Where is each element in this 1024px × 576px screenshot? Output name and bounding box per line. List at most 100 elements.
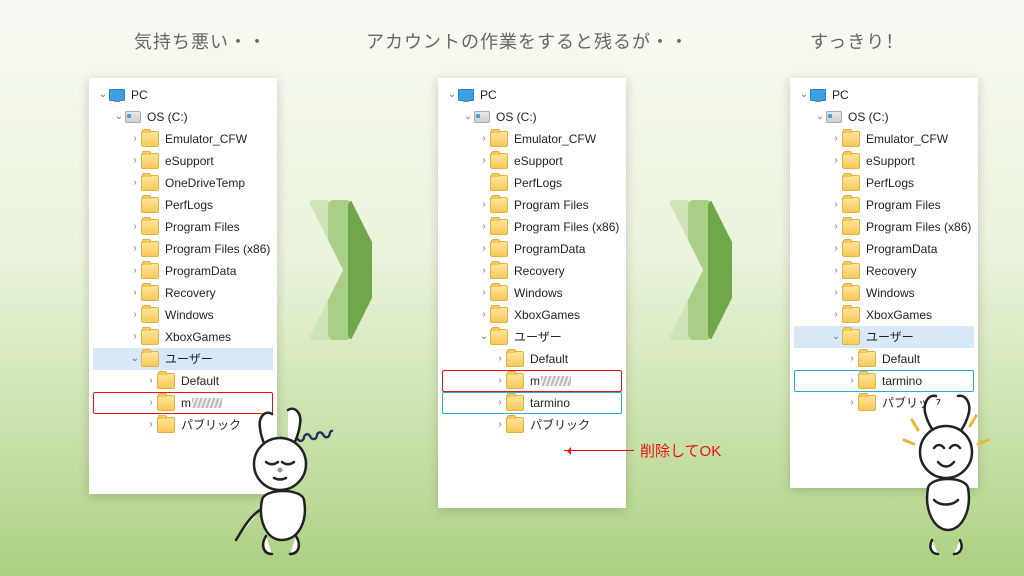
tree-item-os-c-[interactable]: OS (C:) xyxy=(442,106,622,128)
tree-item--[interactable]: ユーザー xyxy=(93,348,273,370)
tree-item-program-files[interactable]: Program Files xyxy=(93,216,273,238)
tree-item--[interactable]: パブリック xyxy=(794,392,974,414)
chevron-right-icon[interactable] xyxy=(478,238,490,260)
chevron-right-icon[interactable] xyxy=(129,172,141,194)
chevron-right-icon[interactable] xyxy=(830,216,842,238)
chevron-right-icon[interactable] xyxy=(129,282,141,304)
tree-item-recovery[interactable]: Recovery xyxy=(442,260,622,282)
tree-item-program-files-x86-[interactable]: Program Files (x86) xyxy=(794,216,974,238)
tree-item-perflogs[interactable]: PerfLogs xyxy=(794,172,974,194)
chevron-right-icon[interactable] xyxy=(145,370,157,392)
tree-item-esupport[interactable]: eSupport xyxy=(442,150,622,172)
tree-item-label: Program Files (x86) xyxy=(510,216,619,238)
chevron-right-icon[interactable] xyxy=(830,128,842,150)
tree-item-pc[interactable]: PC xyxy=(794,84,974,106)
chevron-right-icon[interactable] xyxy=(145,392,157,414)
chevron-right-icon[interactable] xyxy=(129,216,141,238)
tree-item-m[interactable]: m xyxy=(442,370,622,392)
chevron-right-icon[interactable] xyxy=(478,150,490,172)
folder-icon xyxy=(141,307,159,323)
chevron-right-icon[interactable] xyxy=(129,260,141,282)
chevron-down-icon[interactable] xyxy=(129,348,141,370)
tree-item-programdata[interactable]: ProgramData xyxy=(442,238,622,260)
tree-item-default[interactable]: Default xyxy=(442,348,622,370)
tree-item-onedrivetemp[interactable]: OneDriveTemp xyxy=(93,172,273,194)
tree-item-windows[interactable]: Windows xyxy=(442,282,622,304)
chevron-down-icon[interactable] xyxy=(814,106,826,128)
chevron-right-icon[interactable] xyxy=(478,282,490,304)
chevron-down-icon[interactable] xyxy=(97,84,109,106)
chevron-right-icon[interactable] xyxy=(478,304,490,326)
tree-item-windows[interactable]: Windows xyxy=(93,304,273,326)
tree-item-label: XboxGames xyxy=(161,326,231,348)
chevron-right-icon[interactable] xyxy=(478,216,490,238)
chevron-right-icon[interactable] xyxy=(494,392,506,414)
tree-item-program-files[interactable]: Program Files xyxy=(794,194,974,216)
chevron-right-icon[interactable] xyxy=(145,414,157,436)
tree-item-tarmino[interactable]: tarmino xyxy=(442,392,622,414)
tree-item-program-files[interactable]: Program Files xyxy=(442,194,622,216)
chevron-right-icon[interactable] xyxy=(830,238,842,260)
tree-item--[interactable]: パブリック xyxy=(442,414,622,436)
chevron-right-icon[interactable] xyxy=(494,370,506,392)
tree-item-tarmino[interactable]: tarmino xyxy=(794,370,974,392)
tree-item-esupport[interactable]: eSupport xyxy=(794,150,974,172)
folder-icon xyxy=(858,395,876,411)
chevron-right-icon[interactable] xyxy=(846,348,858,370)
tree-item-label: OS (C:) xyxy=(844,106,889,128)
tree-item-xboxgames[interactable]: XboxGames xyxy=(442,304,622,326)
chevron-right-icon[interactable] xyxy=(478,194,490,216)
tree-item-pc[interactable]: PC xyxy=(93,84,273,106)
chevron-right-icon[interactable] xyxy=(494,414,506,436)
tree-item-label: eSupport xyxy=(510,150,563,172)
tree-item-label: ユーザー xyxy=(161,348,213,370)
tree-item-programdata[interactable]: ProgramData xyxy=(794,238,974,260)
tree-item-perflogs[interactable]: PerfLogs xyxy=(442,172,622,194)
chevron-right-icon[interactable] xyxy=(129,128,141,150)
chevron-right-icon[interactable] xyxy=(846,392,858,414)
chevron-down-icon[interactable] xyxy=(446,84,458,106)
tree-item-program-files-x86-[interactable]: Program Files (x86) xyxy=(93,238,273,260)
tree-item-recovery[interactable]: Recovery xyxy=(794,260,974,282)
chevron-right-icon[interactable] xyxy=(830,194,842,216)
chevron-right-icon[interactable] xyxy=(478,260,490,282)
tree-item-windows[interactable]: Windows xyxy=(794,282,974,304)
tree-item-pc[interactable]: PC xyxy=(442,84,622,106)
tree-item-emulator-cfw[interactable]: Emulator_CFW xyxy=(93,128,273,150)
tree-item-label: Emulator_CFW xyxy=(161,128,247,150)
tree-item-os-c-[interactable]: OS (C:) xyxy=(93,106,273,128)
tree-item-m[interactable]: m xyxy=(93,392,273,414)
tree-item-default[interactable]: Default xyxy=(794,348,974,370)
tree-item-perflogs[interactable]: PerfLogs xyxy=(93,194,273,216)
tree-item-recovery[interactable]: Recovery xyxy=(93,282,273,304)
tree-item-label: eSupport xyxy=(161,150,214,172)
chevron-down-icon[interactable] xyxy=(798,84,810,106)
chevron-right-icon[interactable] xyxy=(129,238,141,260)
chevron-down-icon[interactable] xyxy=(113,106,125,128)
chevron-right-icon[interactable] xyxy=(129,326,141,348)
tree-item-xboxgames[interactable]: XboxGames xyxy=(93,326,273,348)
tree-item-programdata[interactable]: ProgramData xyxy=(93,260,273,282)
tree-item--[interactable]: ユーザー xyxy=(442,326,622,348)
chevron-right-icon[interactable] xyxy=(830,282,842,304)
chevron-right-icon[interactable] xyxy=(830,304,842,326)
chevron-right-icon[interactable] xyxy=(846,370,858,392)
chevron-down-icon[interactable] xyxy=(478,326,490,348)
tree-item-program-files-x86-[interactable]: Program Files (x86) xyxy=(442,216,622,238)
tree-item--[interactable]: ユーザー xyxy=(794,326,974,348)
chevron-down-icon[interactable] xyxy=(462,106,474,128)
chevron-down-icon[interactable] xyxy=(830,326,842,348)
chevron-right-icon[interactable] xyxy=(129,304,141,326)
chevron-right-icon[interactable] xyxy=(830,150,842,172)
tree-item-esupport[interactable]: eSupport xyxy=(93,150,273,172)
chevron-right-icon[interactable] xyxy=(478,128,490,150)
chevron-right-icon[interactable] xyxy=(494,348,506,370)
tree-item-os-c-[interactable]: OS (C:) xyxy=(794,106,974,128)
tree-item-default[interactable]: Default xyxy=(93,370,273,392)
tree-item-emulator-cfw[interactable]: Emulator_CFW xyxy=(794,128,974,150)
tree-item--[interactable]: パブリック xyxy=(93,414,273,436)
tree-item-xboxgames[interactable]: XboxGames xyxy=(794,304,974,326)
chevron-right-icon[interactable] xyxy=(129,150,141,172)
chevron-right-icon[interactable] xyxy=(830,260,842,282)
tree-item-emulator-cfw[interactable]: Emulator_CFW xyxy=(442,128,622,150)
